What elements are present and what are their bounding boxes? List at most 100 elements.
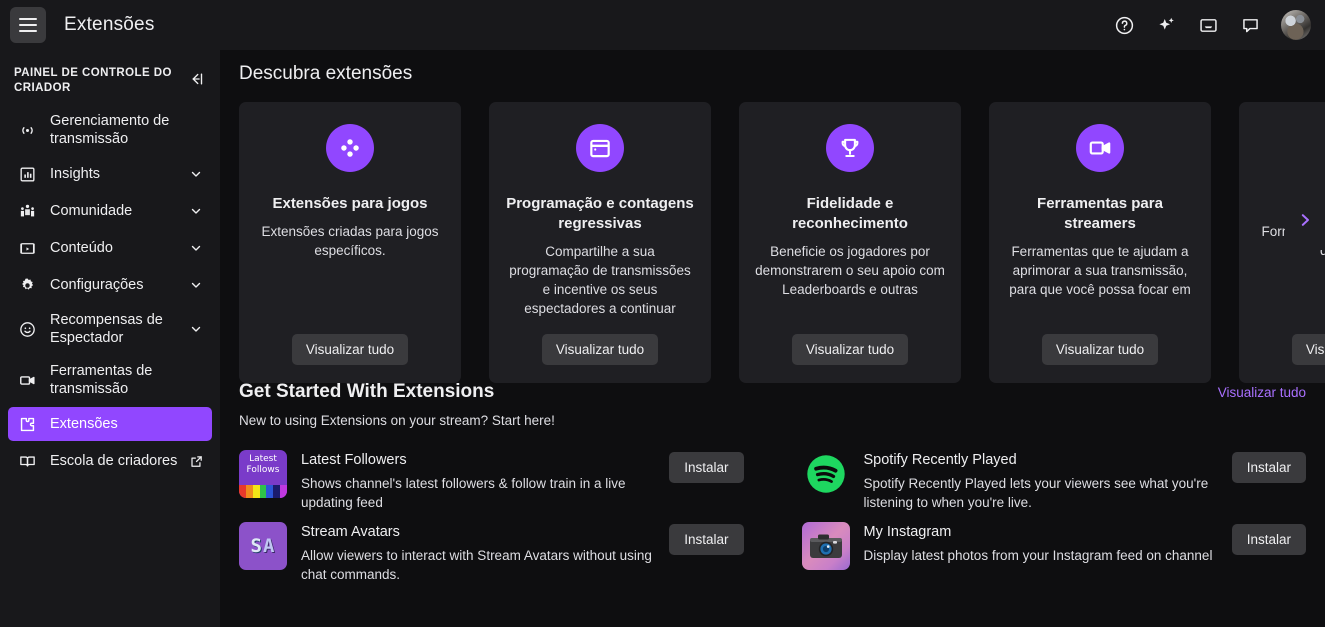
extension-body: Latest Followers Shows channel's latest …	[301, 450, 669, 512]
sidebar-heading: PAINEL DE CONTROLE DO CRIADOR	[14, 66, 174, 96]
extension-description: Allow viewers to interact with Stream Av…	[301, 546, 659, 584]
stream-avatars-icon: SA	[239, 522, 287, 570]
extension-name: Stream Avatars	[301, 522, 659, 542]
inbox-icon[interactable]	[1197, 14, 1219, 36]
card-title: Ferramentas para streamers	[1005, 194, 1195, 234]
chevron-down-icon[interactable]	[188, 322, 204, 336]
view-all-button[interactable]: Visualizar tudo	[292, 334, 408, 365]
sidebar-item-label: Comunidade	[50, 202, 188, 220]
sparkle-icon[interactable]	[1155, 14, 1177, 36]
sidebar-item-label: Ferramentas de transmissão	[50, 362, 204, 398]
card-title: Fidelidade e reconhecimento	[755, 194, 945, 234]
discover-carousel: Extensões para jogos Extensões criadas p…	[220, 102, 1325, 352]
my-instagram-icon	[802, 522, 850, 570]
book-icon	[16, 452, 38, 471]
community-icon	[16, 202, 38, 221]
extension-row: Spotify Recently Played Spotify Recently…	[802, 450, 1307, 512]
get-started-header: Get Started With Extensions Visualizar t…	[239, 381, 1306, 403]
bar	[273, 485, 280, 498]
discover-card[interactable]: Fidelidade e reconhecimento Beneficie os…	[739, 102, 961, 383]
extension-body: My Instagram Display latest photos from …	[864, 522, 1232, 565]
card-description: Ferramentas que te ajudam a aprimorar a …	[1005, 242, 1195, 299]
extension-row: My Instagram Display latest photos from …	[802, 522, 1307, 584]
get-started-view-all-link[interactable]: Visualizar tudo	[1218, 385, 1306, 400]
sidebar-nav: Gerenciamento de transmissão Insights	[0, 106, 220, 478]
main-content: Descubra extensões Extensões para jogos …	[220, 50, 1325, 627]
card-description: Extensões criadas para jogos específicos…	[255, 222, 445, 260]
install-button[interactable]: Instalar	[1232, 524, 1306, 555]
sidebar-item-label: Gerenciamento de transmissão	[50, 112, 204, 148]
extension-row: LatestFollows Latest Followers Shows cha…	[239, 450, 744, 512]
sidebar-item-insights[interactable]: Insights	[8, 157, 212, 191]
sidebar-item-escola-de-criadores[interactable]: Escola de criadores	[8, 444, 212, 478]
chat-icon[interactable]	[1239, 14, 1261, 36]
external-link-icon	[188, 454, 204, 469]
gamepad-icon	[326, 124, 374, 172]
sidebar-item-configuracoes[interactable]: Configurações	[8, 268, 212, 302]
card-title: Extensões para jogos	[272, 194, 427, 214]
view-all-button[interactable]: Visualizar tudo	[1292, 334, 1325, 365]
sidebar-item-extensoes[interactable]: Extensões	[8, 407, 212, 441]
hamburger-line	[19, 18, 37, 20]
trophy-icon	[826, 124, 874, 172]
menu-icon[interactable]	[10, 7, 46, 43]
sidebar-item-ferramentas-de-transmissao[interactable]: Ferramentas de transmissão	[8, 356, 212, 404]
sidebar-item-comunidade[interactable]: Comunidade	[8, 194, 212, 228]
view-all-button[interactable]: Visualizar tudo	[792, 334, 908, 365]
hamburger-line	[19, 24, 37, 26]
chevron-down-icon[interactable]	[188, 167, 204, 181]
calendar-icon	[576, 124, 624, 172]
card-description: Beneficie os jogadores por demonstrarem …	[755, 242, 945, 299]
extension-description: Spotify Recently Played lets your viewer…	[864, 474, 1222, 512]
avatar[interactable]	[1281, 10, 1311, 40]
bar	[246, 485, 253, 498]
discover-card[interactable]: Ferramentas para streamers Ferramentas q…	[989, 102, 1211, 383]
sidebar-item-gerenciamento-de-transmissao[interactable]: Gerenciamento de transmissão	[8, 106, 212, 154]
install-button[interactable]: Instalar	[1232, 452, 1306, 483]
sidebar-item-recompensas-de-espectador[interactable]: Recompensas de Espectador	[8, 305, 212, 353]
view-all-button[interactable]: Visualizar tudo	[1042, 334, 1158, 365]
stream-avatars-icon-text: SA	[251, 535, 276, 557]
collapse-sidebar-icon[interactable]	[186, 68, 208, 90]
chevron-down-icon[interactable]	[188, 278, 204, 292]
get-started-section: Get Started With Extensions Visualizar t…	[220, 352, 1325, 584]
extension-body: Stream Avatars Allow viewers to interact…	[301, 522, 669, 584]
spotify-icon	[802, 450, 850, 498]
extension-body: Spotify Recently Played Spotify Recently…	[864, 450, 1232, 512]
bar	[260, 485, 267, 498]
extension-description: Shows channel's latest followers & follo…	[301, 474, 659, 512]
discover-card[interactable]: Programação e contagens regressivas Comp…	[489, 102, 711, 383]
sidebar-item-label: Insights	[50, 165, 188, 183]
sidebar-item-conteudo[interactable]: Conteúdo	[8, 231, 212, 265]
sidebar-item-label: Recompensas de Espectador	[50, 311, 188, 347]
chevron-down-icon[interactable]	[188, 241, 204, 255]
bar	[253, 485, 260, 498]
extension-name: Latest Followers	[301, 450, 659, 470]
extension-name: Spotify Recently Played	[864, 450, 1222, 470]
page-title: Extensões	[64, 14, 155, 36]
carousel-next-button[interactable]	[1285, 190, 1325, 250]
extension-description: Display latest photos from your Instagra…	[864, 546, 1222, 565]
gear-icon	[16, 276, 38, 295]
get-started-title: Get Started With Extensions	[239, 381, 494, 403]
view-all-button[interactable]: Visualizar tudo	[542, 334, 658, 365]
top-bar-actions	[1113, 10, 1311, 40]
extension-row: SA Stream Avatars Allow viewers to inter…	[239, 522, 744, 584]
extension-name: My Instagram	[864, 522, 1222, 542]
card-title: Programação e contagens regressivas	[505, 194, 695, 234]
sidebar-item-label: Configurações	[50, 276, 188, 294]
chevron-down-icon[interactable]	[188, 204, 204, 218]
help-icon[interactable]	[1113, 14, 1135, 36]
install-button[interactable]: Instalar	[669, 452, 743, 483]
hamburger-line	[19, 30, 37, 32]
smiley-icon	[16, 320, 38, 339]
bar	[280, 485, 287, 498]
camera-icon	[16, 371, 38, 390]
sidebar: PAINEL DE CONTROLE DO CRIADOR Gerenciame…	[0, 50, 220, 627]
install-button[interactable]: Instalar	[669, 524, 743, 555]
latest-followers-icon-bars	[239, 485, 287, 498]
discover-card[interactable]: Extensões para jogos Extensões criadas p…	[239, 102, 461, 383]
sidebar-item-label: Conteúdo	[50, 239, 188, 257]
latest-followers-icon-text: LatestFollows	[239, 454, 287, 476]
sidebar-item-label: Escola de criadores	[50, 452, 182, 470]
